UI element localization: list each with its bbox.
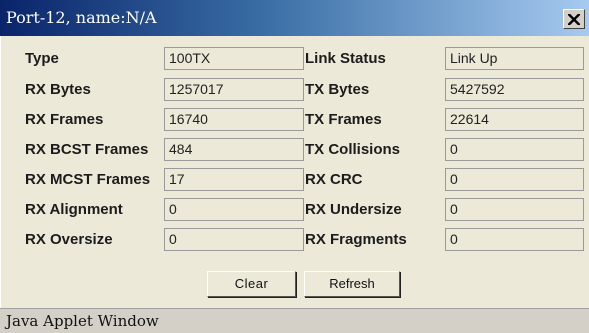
stats-row: RX MCST Frames 17 RX CRC 0 [1, 168, 589, 193]
close-button[interactable] [563, 9, 585, 29]
link-status-label: Link Status [305, 50, 386, 67]
tx-frames-label: TX Frames [305, 111, 382, 128]
rx-bcst-frames-field: 484 [164, 138, 304, 161]
rx-bcst-frames-label: RX BCST Frames [25, 141, 149, 158]
close-x-icon [568, 13, 580, 25]
title-bar[interactable]: Port-12, name:N/A [0, 0, 589, 36]
rx-bytes-field: 1257017 [164, 78, 304, 101]
stats-row: Type 100TX Link Status Link Up [1, 47, 589, 72]
link-status-field: Link Up [445, 47, 584, 70]
rx-oversize-field: 0 [164, 228, 304, 251]
status-bar: Java Applet Window [0, 308, 589, 333]
tx-frames-field: 22614 [445, 108, 584, 131]
rx-crc-label: RX CRC [305, 171, 363, 188]
stats-row: RX Frames 16740 TX Frames 22614 [1, 108, 589, 133]
type-label: Type [25, 50, 59, 67]
tx-collisions-field: 0 [445, 138, 584, 161]
rx-fragments-label: RX Fragments [305, 231, 407, 248]
rx-crc-field: 0 [445, 168, 584, 191]
refresh-button[interactable]: Refresh [304, 271, 400, 297]
rx-undersize-label: RX Undersize [305, 201, 402, 218]
rx-frames-field: 16740 [164, 108, 304, 131]
stats-row: RX Bytes 1257017 TX Bytes 5427592 [1, 78, 589, 103]
tx-bytes-field: 5427592 [445, 78, 584, 101]
stats-row: RX Alignment 0 RX Undersize 0 [1, 198, 589, 223]
rx-fragments-field: 0 [445, 228, 584, 251]
rx-alignment-label: RX Alignment [25, 201, 123, 218]
rx-undersize-field: 0 [445, 198, 584, 221]
stats-row: RX BCST Frames 484 TX Collisions 0 [1, 138, 589, 163]
tx-bytes-label: TX Bytes [305, 81, 370, 98]
stats-panel: Type 100TX Link Status Link Up RX Bytes … [0, 36, 589, 308]
rx-mcst-frames-label: RX MCST Frames [25, 171, 151, 188]
type-field: 100TX [164, 47, 304, 70]
applet-warning-text: Java Applet Window [6, 312, 159, 330]
port-stats-window: Port-12, name:N/A Type 100TX Link Status… [0, 0, 589, 333]
window-title: Port-12, name:N/A [6, 8, 157, 27]
tx-collisions-label: TX Collisions [305, 141, 401, 158]
rx-frames-label: RX Frames [25, 111, 104, 128]
rx-oversize-label: RX Oversize [25, 231, 113, 248]
rx-mcst-frames-field: 17 [164, 168, 304, 191]
clear-button[interactable]: Clear [207, 271, 296, 297]
stats-row: RX Oversize 0 RX Fragments 0 [1, 228, 589, 253]
rx-alignment-field: 0 [164, 198, 304, 221]
rx-bytes-label: RX Bytes [25, 81, 91, 98]
